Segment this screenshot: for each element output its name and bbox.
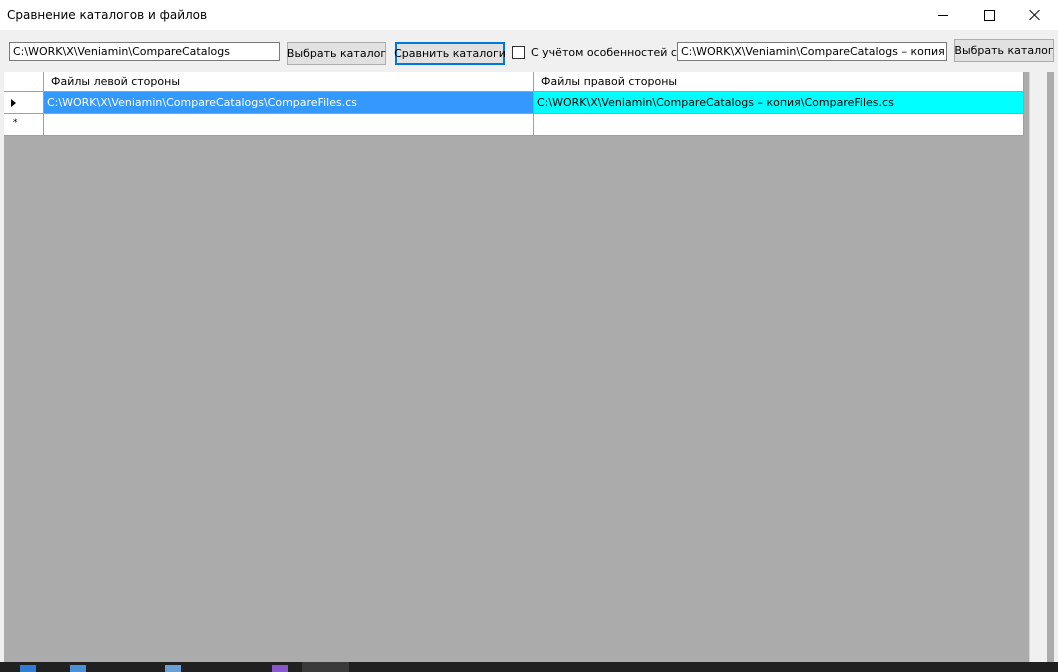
files-grid[interactable]: Файлы левой стороны Файлы правой стороны… xyxy=(4,72,1054,662)
left-select-catalog-button[interactable]: Выбрать каталог xyxy=(287,42,386,65)
close-icon xyxy=(1029,9,1041,21)
taskbar-active-app[interactable] xyxy=(302,662,349,672)
new-table-row[interactable]: * xyxy=(4,114,1024,136)
title-bar: Сравнение каталогов и файлов xyxy=(0,0,1058,30)
right-file-cell[interactable] xyxy=(534,114,1024,136)
taskbar-app-icon[interactable] xyxy=(20,665,36,672)
current-row-arrow-icon xyxy=(11,99,16,107)
taskbar xyxy=(0,662,1058,672)
taskbar-app-icon[interactable] xyxy=(70,665,86,672)
taskbar-app-icon[interactable] xyxy=(272,665,288,672)
right-path-input[interactable]: C:\WORK\X\Veniamin\CompareCatalogs – коп… xyxy=(677,42,947,61)
minimize-icon xyxy=(938,14,948,16)
taskbar-app-icon[interactable] xyxy=(165,665,181,672)
close-button[interactable] xyxy=(1012,0,1058,30)
left-file-cell[interactable] xyxy=(44,114,534,136)
row-header[interactable]: * xyxy=(4,114,44,136)
left-file-cell[interactable]: C:\WORK\X\Veniamin\CompareCatalogs\Compa… xyxy=(44,92,534,114)
row-header[interactable] xyxy=(4,92,44,114)
table-row[interactable]: C:\WORK\X\Veniamin\CompareCatalogs\Compa… xyxy=(4,92,1024,114)
right-file-cell[interactable]: C:\WORK\X\Veniamin\CompareCatalogs – коп… xyxy=(534,92,1024,114)
right-files-column-header[interactable]: Файлы правой стороны xyxy=(534,72,1024,92)
left-path-input[interactable]: C:\WORK\X\Veniamin\CompareCatalogs xyxy=(9,42,280,61)
cs-option-checkbox[interactable]: С учётом особенностей cs xyxy=(512,44,683,60)
maximize-button[interactable] xyxy=(966,0,1012,30)
new-row-asterisk-icon: * xyxy=(13,118,18,128)
minimize-button[interactable] xyxy=(920,0,966,30)
checkbox-box[interactable] xyxy=(512,45,525,59)
left-files-column-header[interactable]: Файлы левой стороны xyxy=(44,72,534,92)
grid-header: Файлы левой стороны Файлы правой стороны xyxy=(4,72,1024,92)
cs-option-label: С учётом особенностей cs xyxy=(531,45,683,59)
right-select-catalog-button[interactable]: Выбрать каталог xyxy=(954,39,1054,62)
maximize-icon xyxy=(983,9,995,21)
corner-header[interactable] xyxy=(4,72,44,92)
vertical-scrollbar[interactable] xyxy=(1029,72,1047,662)
compare-catalogs-button[interactable]: Сравнить каталоги xyxy=(394,42,506,65)
window-title: Сравнение каталогов и файлов xyxy=(7,8,208,22)
